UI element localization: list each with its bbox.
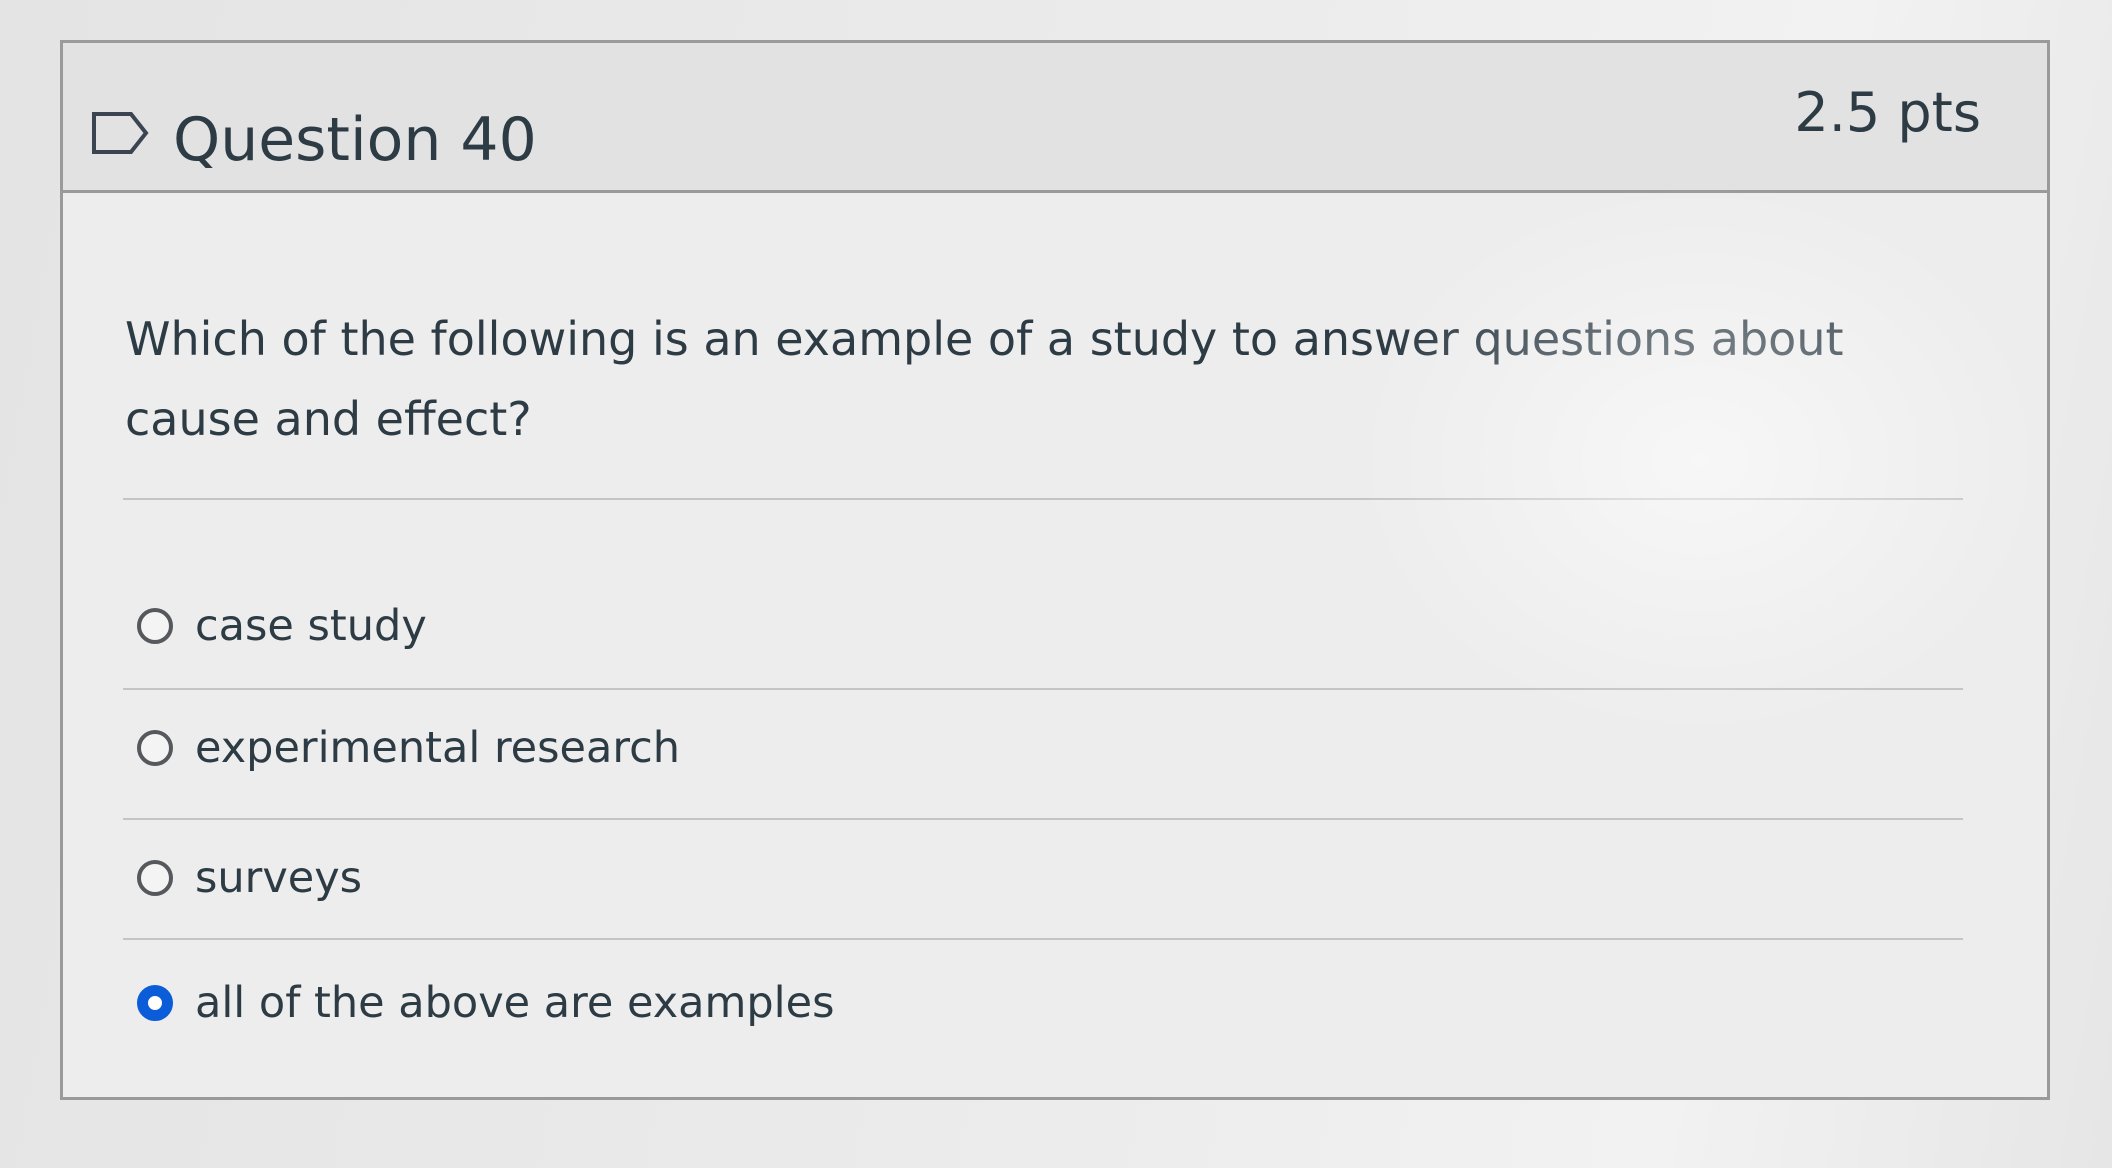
answer-label: surveys	[195, 853, 363, 903]
answer-label: experimental research	[195, 723, 680, 773]
radio-unchecked-icon[interactable]	[137, 730, 173, 766]
answer-option[interactable]: case study	[137, 591, 427, 661]
question-text: Which of the following is an example of …	[125, 312, 1844, 446]
radio-checked-icon[interactable]	[137, 985, 173, 1021]
question-points: 2.5 pts	[1794, 81, 1981, 144]
divider	[123, 498, 1963, 500]
answer-option[interactable]: experimental research	[137, 713, 680, 783]
divider	[123, 818, 1963, 820]
question-title: Question 40	[173, 105, 537, 175]
flag-outline-icon[interactable]	[91, 111, 149, 155]
question-card: Question 40 2.5 pts Which of the followi…	[60, 40, 2050, 1100]
answer-option-selected[interactable]: all of the above are examples	[137, 968, 834, 1038]
radio-unchecked-icon[interactable]	[137, 860, 173, 896]
divider	[123, 688, 1963, 690]
answer-label: case study	[195, 601, 427, 651]
page-background: Question 40 2.5 pts Which of the followi…	[0, 0, 2112, 1168]
question-header: Question 40 2.5 pts	[63, 43, 2047, 193]
radio-unchecked-icon[interactable]	[137, 608, 173, 644]
divider	[123, 938, 1963, 940]
answer-option[interactable]: surveys	[137, 843, 362, 913]
answer-label: all of the above are examples	[195, 978, 835, 1028]
